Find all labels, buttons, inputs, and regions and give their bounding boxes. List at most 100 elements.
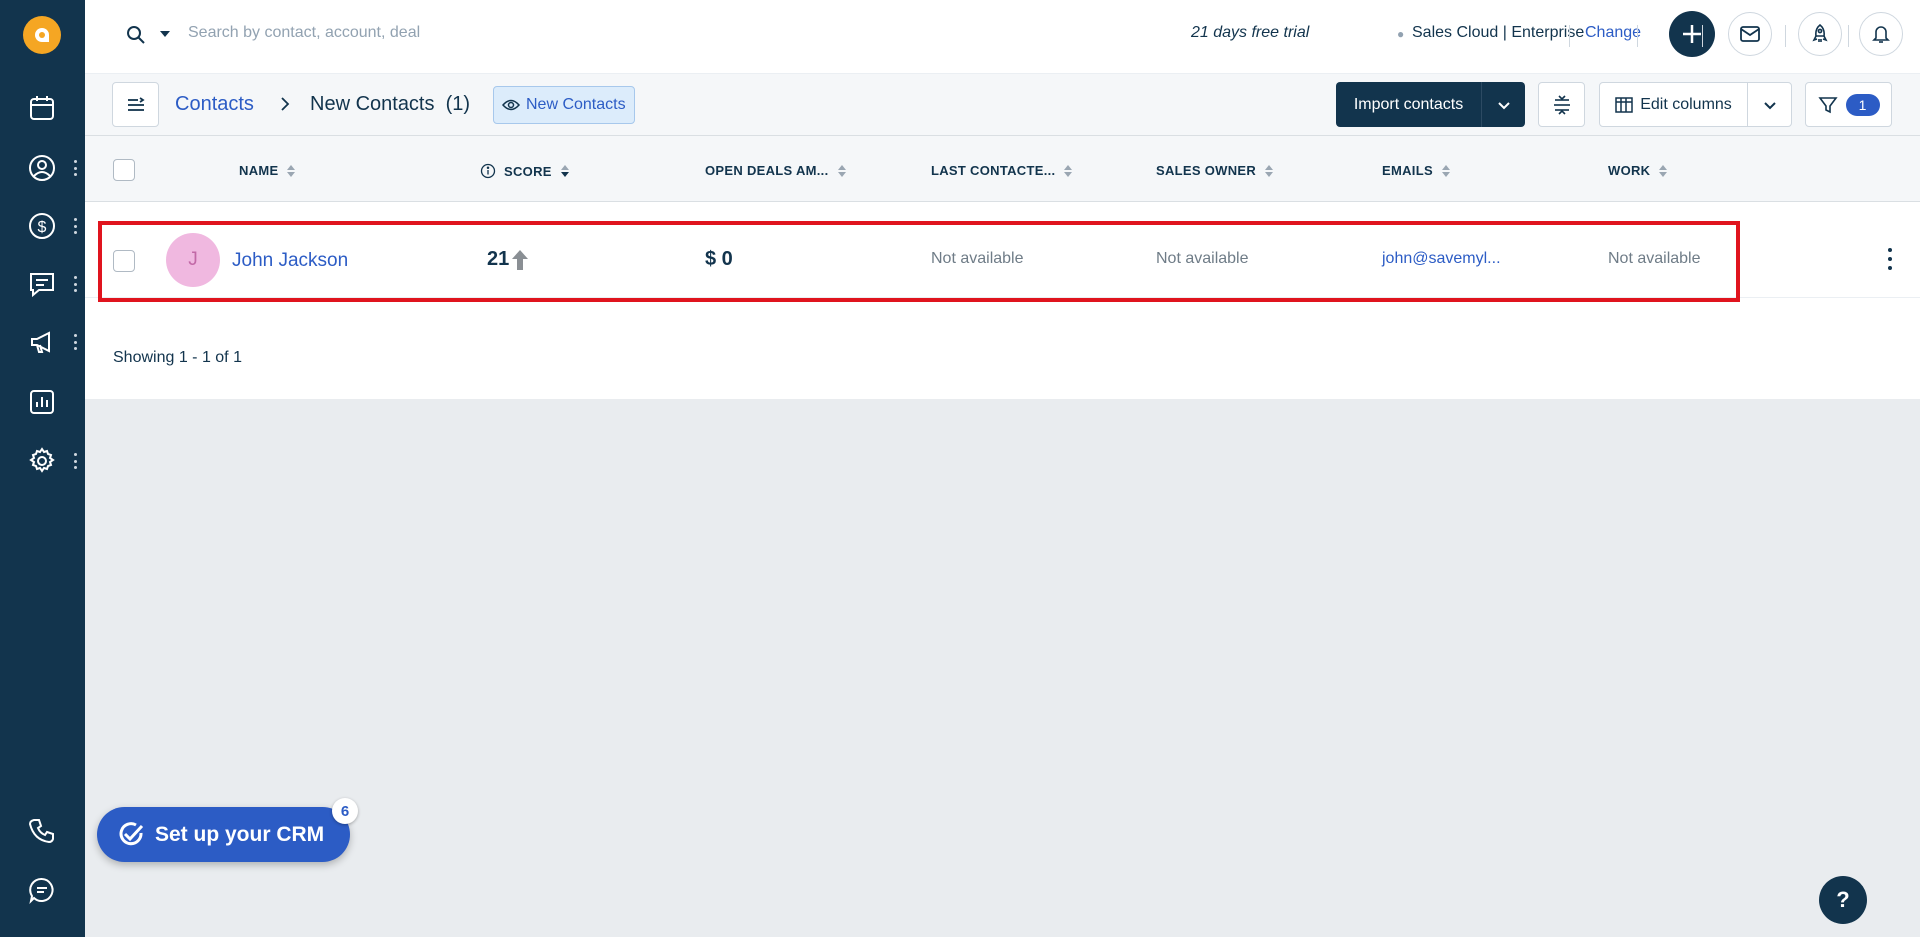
sidebar: $ bbox=[0, 0, 85, 937]
settings-menu-dots[interactable] bbox=[70, 451, 80, 471]
views-panel-toggle[interactable] bbox=[112, 82, 159, 127]
getting-started-button[interactable] bbox=[1798, 12, 1842, 56]
calendar-icon[interactable] bbox=[24, 90, 60, 126]
score-cell: 21 bbox=[487, 248, 529, 271]
column-header-last-contacted[interactable]: LAST CONTACTE... bbox=[931, 163, 1073, 178]
chat-icon[interactable] bbox=[24, 872, 60, 908]
edit-columns-button[interactable]: Edit columns bbox=[1600, 83, 1748, 126]
score-value: 21 bbox=[487, 248, 510, 270]
conversations-menu-dots[interactable] bbox=[70, 274, 80, 294]
work-phone-value: Not available bbox=[1608, 250, 1701, 267]
setup-crm-count-badge: 6 bbox=[332, 798, 358, 824]
filter-button[interactable]: 1 bbox=[1805, 82, 1892, 127]
table-header: NAME SCORE OPEN DEALS AM... LAST CONTACT… bbox=[85, 136, 1920, 202]
breadcrumb-contacts-link[interactable]: Contacts bbox=[175, 93, 254, 116]
list-toggle-icon bbox=[127, 96, 145, 111]
sort-icon bbox=[1064, 164, 1073, 177]
row-select-checkbox[interactable] bbox=[113, 250, 135, 272]
top-header: 21 days free trial ● Sales Cloud | Enter… bbox=[85, 0, 1920, 74]
edit-columns-dropdown[interactable] bbox=[1748, 83, 1791, 126]
notifications-button[interactable] bbox=[1859, 12, 1903, 56]
contacts-table: NAME SCORE OPEN DEALS AM... LAST CONTACT… bbox=[85, 136, 1920, 399]
reports-icon[interactable] bbox=[24, 384, 60, 420]
check-circle-icon bbox=[119, 821, 144, 845]
logo-icon bbox=[35, 28, 49, 42]
trial-text: 21 days free trial bbox=[1191, 24, 1310, 41]
rocket-icon bbox=[1812, 24, 1828, 42]
sort-icon bbox=[287, 164, 296, 177]
deals-menu-dots[interactable] bbox=[70, 216, 80, 236]
header-divider bbox=[1637, 25, 1638, 47]
import-contacts-button[interactable]: Import contacts bbox=[1336, 82, 1482, 127]
mail-icon bbox=[1740, 26, 1760, 42]
current-view-name: New Contacts bbox=[310, 93, 435, 115]
trial-separator-dot: ● bbox=[1397, 27, 1405, 41]
column-header-score[interactable]: SCORE bbox=[480, 163, 570, 179]
sort-icon bbox=[1441, 164, 1450, 177]
compact-rows-icon bbox=[1553, 94, 1570, 115]
columns-icon bbox=[1615, 96, 1633, 113]
contacts-menu-dots[interactable] bbox=[70, 158, 80, 178]
sort-descending-icon bbox=[560, 165, 569, 177]
current-view-count: (1) bbox=[445, 93, 471, 115]
email-link[interactable]: john@savemyl... bbox=[1382, 250, 1501, 268]
column-header-sales-owner[interactable]: SALES OWNER bbox=[1156, 163, 1274, 178]
import-options-dropdown[interactable] bbox=[1482, 82, 1525, 127]
svg-text:$: $ bbox=[38, 219, 47, 236]
header-divider bbox=[1702, 25, 1703, 47]
select-all-checkbox[interactable] bbox=[113, 159, 135, 181]
chevron-down-icon bbox=[1763, 101, 1776, 109]
sort-icon bbox=[1659, 164, 1668, 177]
last-contacted-value: Not available bbox=[931, 250, 1024, 267]
plan-text: Sales Cloud | Enterprise bbox=[1412, 24, 1585, 41]
view-chip[interactable]: New Contacts bbox=[493, 86, 635, 124]
header-divider bbox=[1848, 25, 1849, 47]
setup-crm-button[interactable]: Set up your CRM bbox=[97, 807, 350, 862]
contact-avatar: J bbox=[166, 233, 220, 287]
view-chip-label: New Contacts bbox=[526, 96, 626, 113]
info-icon bbox=[480, 163, 496, 179]
breadcrumb-current-view: New Contacts (1) bbox=[310, 93, 470, 116]
email-button[interactable] bbox=[1728, 12, 1772, 56]
column-header-work[interactable]: WORK bbox=[1608, 163, 1668, 178]
edit-columns-button-group: Edit columns bbox=[1599, 82, 1792, 127]
column-header-name[interactable]: NAME bbox=[239, 163, 296, 178]
quick-add-button[interactable] bbox=[1669, 11, 1715, 57]
app-logo[interactable] bbox=[23, 16, 61, 54]
sort-icon bbox=[837, 164, 846, 177]
deals-icon[interactable]: $ bbox=[24, 208, 60, 244]
header-divider bbox=[1785, 25, 1786, 47]
import-contacts-button-group: Import contacts bbox=[1336, 82, 1525, 127]
list-toolbar: Contacts New Contacts (1) New Contacts I… bbox=[85, 74, 1920, 136]
pagination-summary: Showing 1 - 1 of 1 bbox=[113, 349, 242, 366]
open-deals-value: $ 0 bbox=[705, 248, 733, 270]
setup-crm-label: Set up your CRM bbox=[155, 822, 325, 846]
search-scope-dropdown-icon[interactable] bbox=[158, 27, 172, 41]
sort-icon bbox=[1265, 164, 1274, 177]
search-input[interactable] bbox=[188, 18, 708, 48]
campaigns-menu-dots[interactable] bbox=[70, 332, 80, 352]
filter-count-badge: 1 bbox=[1845, 93, 1880, 116]
search-icon[interactable] bbox=[125, 24, 147, 46]
filter-icon bbox=[1817, 96, 1838, 113]
conversations-icon[interactable] bbox=[24, 266, 60, 302]
arrow-up-icon bbox=[512, 249, 529, 270]
bell-icon bbox=[1872, 26, 1890, 43]
row-density-button[interactable] bbox=[1538, 82, 1585, 127]
settings-gear-icon[interactable] bbox=[24, 443, 60, 479]
help-button[interactable]: ? bbox=[1819, 876, 1867, 924]
phone-icon[interactable] bbox=[24, 813, 60, 849]
edit-columns-label: Edit columns bbox=[1640, 95, 1732, 113]
column-header-open-deals[interactable]: OPEN DEALS AM... bbox=[705, 163, 847, 178]
chevron-right-icon bbox=[281, 97, 290, 111]
column-header-emails[interactable]: EMAILS bbox=[1382, 163, 1451, 178]
campaigns-icon[interactable] bbox=[24, 324, 60, 360]
row-actions-menu[interactable] bbox=[1882, 246, 1898, 272]
contacts-icon[interactable] bbox=[24, 150, 60, 186]
header-divider bbox=[1569, 25, 1570, 47]
eye-icon bbox=[502, 99, 520, 111]
sales-owner-value: Not available bbox=[1156, 250, 1249, 267]
contact-name-link[interactable]: John Jackson bbox=[232, 250, 348, 272]
change-plan-link[interactable]: Change bbox=[1585, 24, 1641, 42]
chevron-down-icon bbox=[1497, 101, 1510, 109]
